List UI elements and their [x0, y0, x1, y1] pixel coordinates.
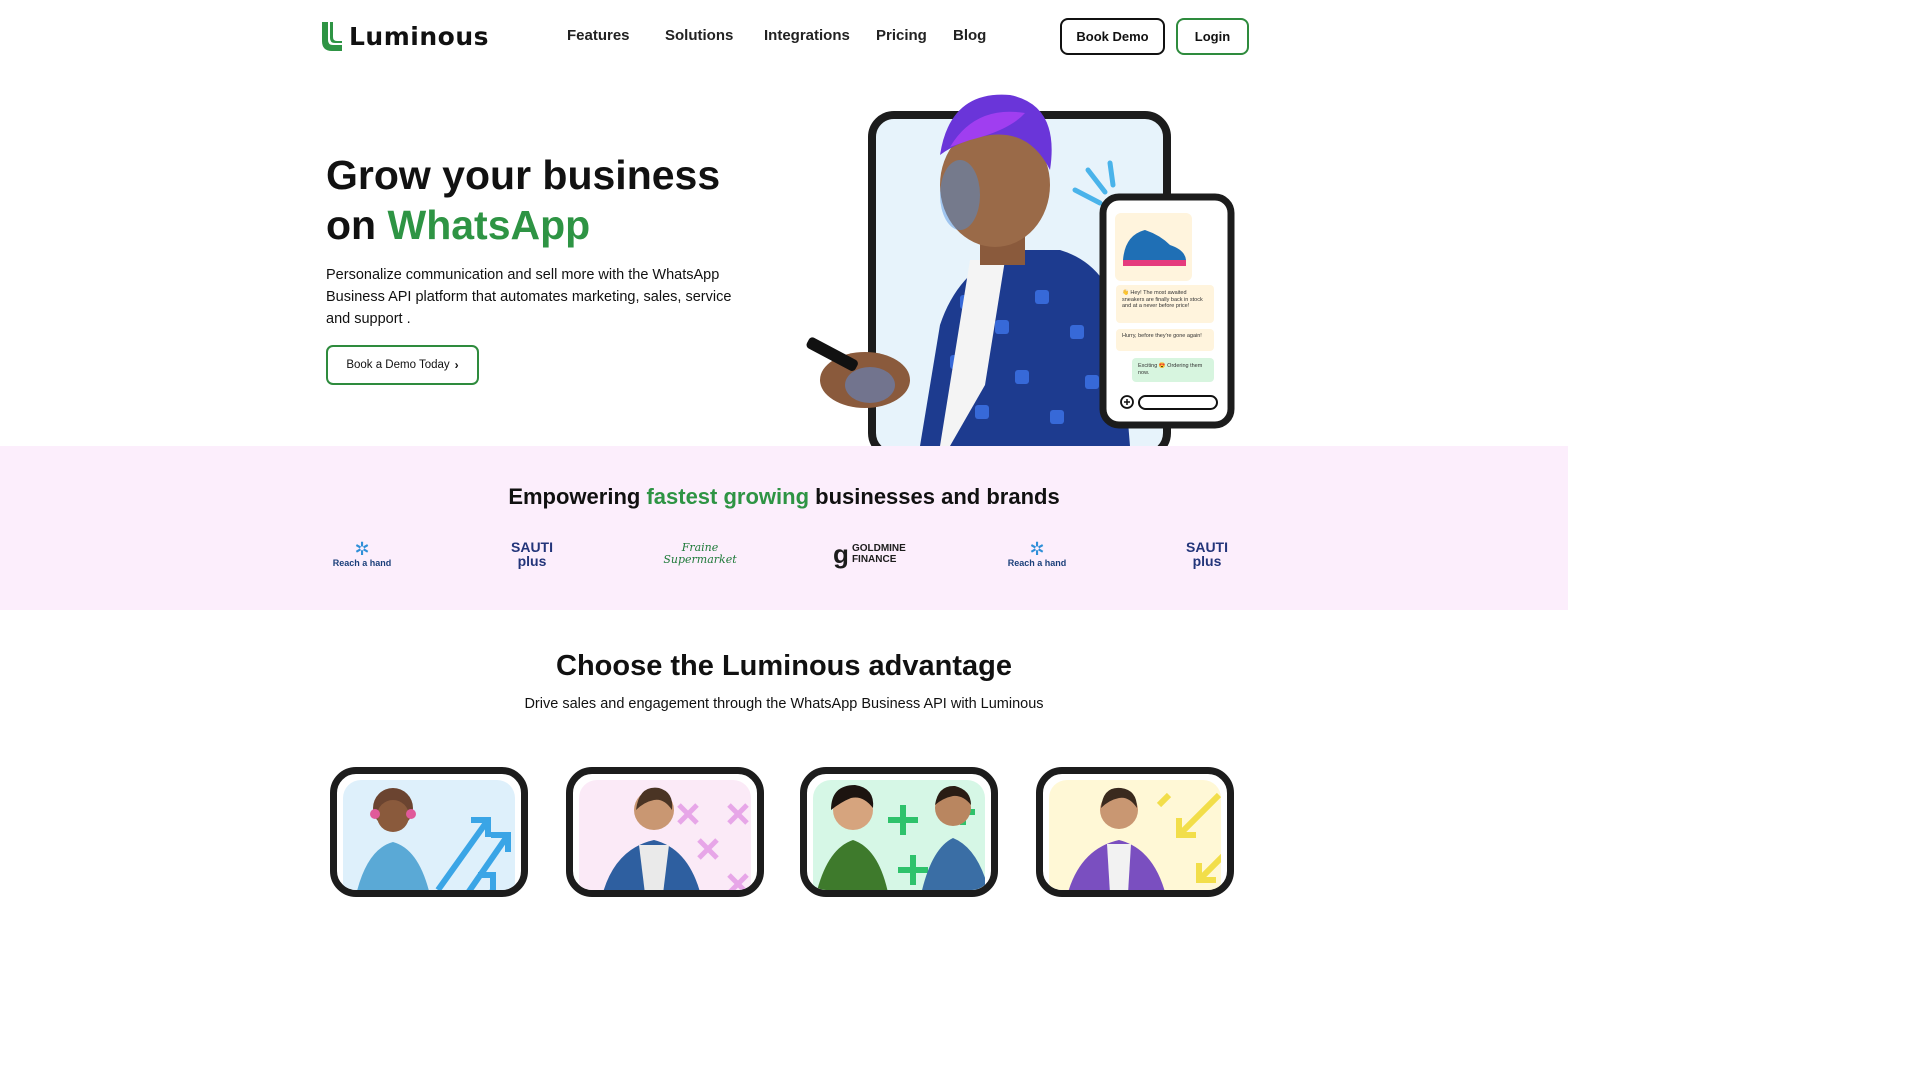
hero-title-on: on: [326, 202, 377, 248]
nav-blog[interactable]: Blog: [953, 27, 986, 44]
brand-logo-label: Reach a hand: [332, 557, 392, 568]
goldmine-mark-icon: ɡ: [833, 538, 849, 569]
hero-title: Grow your business on WhatsApp: [326, 150, 746, 250]
login-button[interactable]: Login: [1176, 18, 1249, 55]
chat-message-1: 👋 Hey! The most awaited sneakers are fin…: [1122, 290, 1203, 309]
brand-logo-label: GOLDMINE FINANCE: [851, 543, 906, 565]
hero-phone-person-image: [806, 94, 1235, 459]
brands-title: Empowering fastest growing businesses an…: [0, 484, 1568, 510]
advantage-card-3: [800, 767, 998, 897]
nav-pricing[interactable]: Pricing: [876, 27, 927, 44]
hero-illustration: 👋 Hey! The most awaited sneakers are fin…: [800, 85, 1250, 459]
brand-logo-sauti-plus-2: SAUTI plus: [1177, 532, 1237, 576]
person-growth-arrows-image: [357, 788, 511, 890]
chat-reply: Exciting 😍 Ordering them now.: [1138, 363, 1203, 376]
luminous-logo[interactable]: Luminous: [320, 20, 489, 52]
luminous-logo-icon: [322, 22, 342, 51]
brand-logo-sauti-plus: SAUTI plus: [502, 532, 562, 576]
chat-message-2: Hurry, before they're gone again!: [1122, 333, 1202, 339]
hero-title-highlight: WhatsApp: [387, 202, 591, 248]
cta-label: Book a Demo Today: [346, 359, 450, 371]
brand-logo-reach-a-hand-2: ✲ Reach a hand: [1007, 532, 1067, 576]
nav-integrations[interactable]: Integrations: [764, 27, 850, 44]
brand-logo-label: Fraine Supermarket: [663, 541, 737, 566]
nav-solutions[interactable]: Solutions: [665, 27, 733, 44]
hero-title-line1: Grow your business: [326, 152, 721, 198]
nav-features[interactable]: Features: [567, 27, 630, 44]
advantage-card-4: [1036, 767, 1234, 897]
brand-logo-reach-a-hand: ✲ Reach a hand: [332, 532, 392, 576]
reach-a-hand-mark-icon: ✲: [354, 538, 370, 560]
reach-a-hand-mark-icon: ✲: [1029, 538, 1045, 560]
advantage-title: Choose the Luminous advantage: [556, 650, 1012, 682]
chevron-right-icon: ›: [454, 358, 459, 372]
book-demo-button[interactable]: Book Demo: [1060, 18, 1165, 55]
people-plus-image: [817, 785, 985, 890]
brand-logo-fraine: Fraine Supermarket: [655, 532, 745, 576]
brand-logo-goldmine: ɡ GOLDMINE FINANCE: [826, 532, 914, 576]
brand-logo-label: SAUTI plus: [511, 539, 553, 569]
brand-logo-label: SAUTI plus: [1186, 539, 1228, 569]
advantage-card-2: [566, 767, 764, 897]
person-multiply-image: [603, 787, 749, 890]
brand-logo-label: Reach a hand: [1007, 557, 1067, 568]
person-arrows-in-image: [1068, 787, 1221, 890]
brands-section: Empowering fastest growing businesses an…: [0, 446, 1568, 610]
advantage-subtitle: Drive sales and engagement through the W…: [524, 696, 1044, 712]
top-navbar: Luminous Features Solutions Integrations…: [0, 0, 1568, 74]
brands-title-pre: Empowering: [508, 484, 641, 509]
brands-title-post: businesses and brands: [815, 484, 1060, 509]
advantage-card-1: [330, 767, 528, 897]
book-demo-today-button[interactable]: Book a Demo Today ›: [326, 345, 479, 385]
hero-subtitle: Personalize communication and sell more …: [326, 267, 732, 327]
logo-wordmark: Luminous: [349, 21, 489, 51]
brands-title-highlight: fastest growing: [646, 484, 810, 509]
